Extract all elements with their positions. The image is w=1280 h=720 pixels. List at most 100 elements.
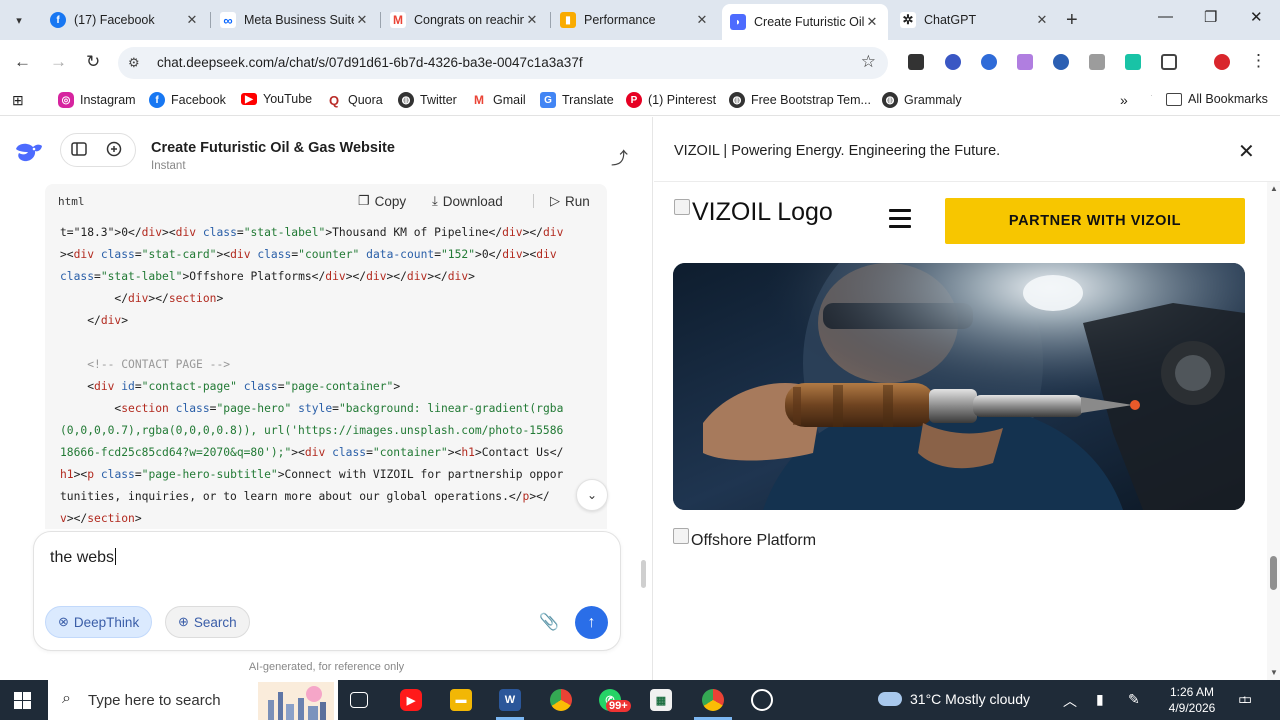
close-preview-icon[interactable]: ✕ bbox=[1238, 139, 1255, 164]
extension-icon[interactable] bbox=[908, 54, 924, 70]
new-chat-icon[interactable] bbox=[98, 133, 130, 165]
meta-icon[interactable] bbox=[981, 54, 997, 70]
partner-button[interactable]: PARTNER WITH VIZOIL bbox=[945, 198, 1245, 244]
menu-kebab-icon[interactable]: ⋮ bbox=[1250, 51, 1267, 71]
paperclip-icon[interactable]: 📎 bbox=[539, 612, 559, 632]
extension-icon[interactable] bbox=[1017, 54, 1033, 70]
close-icon[interactable]: ✕ bbox=[694, 12, 710, 28]
notification-center-icon[interactable]: ▭1 bbox=[1238, 690, 1257, 708]
tab-facebook[interactable]: f (17) Facebook ✕ bbox=[42, 6, 208, 34]
extension-icon[interactable] bbox=[1125, 54, 1141, 70]
close-icon[interactable]: ✕ bbox=[1034, 12, 1050, 28]
close-icon[interactable]: ✕ bbox=[864, 14, 880, 30]
tab-title: ChatGPT bbox=[924, 13, 977, 27]
bookmark-bootstrap[interactable]: ◍ Free Bootstrap Tem... bbox=[729, 92, 871, 108]
forward-button[interactable]: → bbox=[50, 52, 67, 72]
battery-icon[interactable]: ▮ bbox=[1096, 691, 1104, 708]
avatar[interactable] bbox=[1214, 54, 1230, 70]
file-explorer-icon[interactable]: ▬ bbox=[450, 689, 472, 711]
bookmark-label: Grammaly bbox=[904, 93, 962, 107]
windows-start-icon[interactable] bbox=[14, 692, 31, 709]
send-button[interactable]: ↑ bbox=[575, 606, 608, 639]
bookmark-facebook[interactable]: f Facebook bbox=[149, 92, 226, 108]
bookmark-youtube[interactable]: ▶ YouTube bbox=[241, 92, 312, 106]
youtube-icon: ▶ bbox=[241, 93, 257, 105]
close-icon[interactable]: ✕ bbox=[354, 12, 370, 28]
copy-button[interactable]: ❐ Copy bbox=[358, 193, 406, 209]
site-logo[interactable]: VIZOIL Logo bbox=[674, 198, 833, 227]
bookmark-twitter[interactable]: ◍ Twitter bbox=[398, 92, 457, 108]
word-icon[interactable]: W bbox=[499, 689, 521, 711]
window-close-button[interactable]: ✕ bbox=[1250, 8, 1263, 26]
task-view-icon[interactable] bbox=[350, 692, 368, 708]
extension-icon[interactable] bbox=[1053, 54, 1069, 70]
scroll-to-bottom-chevron-icon[interactable]: ⌄ bbox=[576, 479, 608, 511]
youtube-icon[interactable]: ▶ bbox=[400, 689, 422, 711]
chrome-icon[interactable] bbox=[702, 689, 724, 711]
gmail-icon: M bbox=[390, 12, 406, 28]
tab-search-button[interactable]: ▾ bbox=[6, 8, 32, 32]
hamburger-menu-icon[interactable] bbox=[889, 209, 911, 233]
scroll-up-arrow-icon[interactable]: ▲ bbox=[1270, 184, 1278, 193]
close-icon[interactable]: ✕ bbox=[524, 12, 540, 28]
pen-icon[interactable]: ✎ bbox=[1128, 691, 1140, 708]
screen-recorder-icon[interactable] bbox=[751, 689, 773, 711]
new-tab-button[interactable]: + bbox=[1066, 9, 1078, 32]
download-button[interactable]: ⤓ Download bbox=[432, 193, 503, 209]
tray-chevron-up-icon[interactable]: ︿ bbox=[1063, 691, 1077, 711]
notification-count: 1 bbox=[1242, 695, 1248, 705]
bookmark-translate[interactable]: G Translate bbox=[540, 92, 614, 108]
bookmark-gmail[interactable]: M Gmail bbox=[471, 92, 526, 108]
system-clock[interactable]: 1:26 AM 4/9/2026 bbox=[1160, 684, 1224, 716]
restore-button[interactable]: ❐ bbox=[1204, 8, 1217, 26]
preview-scrollbar[interactable]: ▲ ▼ bbox=[1267, 182, 1280, 680]
puzzle-icon[interactable] bbox=[1161, 54, 1177, 70]
weather-text: 31°C Mostly cloudy bbox=[910, 691, 1030, 707]
preview-frame: VIZOIL Logo PARTNER WITH VIZOIL Offshore… bbox=[654, 181, 1280, 680]
taskbar-search-box[interactable]: ⌕ Type here to search bbox=[48, 680, 338, 720]
bookmark-instagram[interactable]: ◎ Instagram bbox=[58, 92, 136, 108]
bookmark-star-icon[interactable]: ☆ bbox=[861, 52, 876, 72]
translate-icon: G bbox=[540, 92, 556, 108]
tab-gmail[interactable]: M Congrats on reaching ✕ bbox=[382, 6, 548, 34]
tab-title: (17) Facebook bbox=[74, 13, 155, 27]
chat-scrollbar-thumb[interactable] bbox=[641, 560, 646, 588]
chrome-icon[interactable] bbox=[550, 689, 572, 711]
scroll-down-arrow-icon[interactable]: ▼ bbox=[1270, 668, 1278, 677]
back-button[interactable]: ← bbox=[14, 52, 31, 72]
bookmark-quora[interactable]: Q Quora bbox=[326, 92, 383, 108]
scrollbar-thumb[interactable] bbox=[1270, 556, 1277, 590]
camera-icon[interactable] bbox=[1089, 54, 1105, 70]
share-icon[interactable]: ⤴ bbox=[611, 144, 628, 169]
site-info-icon[interactable]: ⚙ bbox=[128, 55, 140, 71]
chat-title: Create Futuristic Oil & Gas Website bbox=[151, 140, 395, 156]
logo-alt-text: VIZOIL Logo bbox=[692, 198, 833, 226]
extension-icon[interactable] bbox=[945, 54, 961, 70]
image-app-icon[interactable]: ▦ bbox=[650, 689, 672, 711]
sidebar-toggle-icon[interactable] bbox=[63, 133, 95, 165]
apps-grid-icon[interactable]: ⊞ bbox=[12, 92, 24, 109]
message-input-text: the webs bbox=[50, 549, 115, 566]
run-button[interactable]: ▷ Run bbox=[550, 193, 590, 209]
clock-date: 4/9/2026 bbox=[1168, 701, 1216, 715]
message-input[interactable]: the webs ⊗ DeepThink ⊕ Search 📎 ↑ bbox=[33, 531, 621, 651]
close-icon[interactable]: ✕ bbox=[184, 12, 200, 28]
deepthink-toggle[interactable]: ⊗ DeepThink bbox=[45, 606, 153, 638]
tab-performance[interactable]: ▮ Performance ✕ bbox=[552, 6, 718, 34]
bookmarks-overflow-chevron-icon[interactable]: » bbox=[1120, 92, 1128, 108]
search-toggle[interactable]: ⊕ Search bbox=[165, 606, 250, 638]
weather-widget[interactable]: 31°C Mostly cloudy bbox=[878, 691, 1030, 707]
tab-chatgpt[interactable]: ✲ ChatGPT ✕ bbox=[892, 6, 1058, 34]
bookmark-grammaly[interactable]: ◍ Grammaly bbox=[882, 92, 962, 108]
analytics-icon: ▮ bbox=[560, 12, 576, 28]
tab-deepseek-active[interactable]: ◗ Create Futuristic Oil ✕ bbox=[722, 4, 888, 40]
bookmark-label: Facebook bbox=[171, 93, 226, 107]
bookmark-pinterest[interactable]: P (1) Pinterest bbox=[626, 92, 716, 108]
tab-meta-business[interactable]: ∞ Meta Business Suite ✕ bbox=[212, 6, 378, 34]
deepseek-whale-icon[interactable] bbox=[14, 139, 44, 165]
minimize-button[interactable]: — bbox=[1158, 8, 1173, 25]
reload-button[interactable]: ↻ bbox=[86, 52, 100, 72]
address-bar[interactable]: ⚙ chat.deepseek.com/a/chat/s/07d91d61-6b… bbox=[118, 47, 888, 79]
all-bookmarks-folder[interactable]: All Bookmarks bbox=[1166, 92, 1268, 106]
code-language-label: html bbox=[58, 195, 85, 208]
